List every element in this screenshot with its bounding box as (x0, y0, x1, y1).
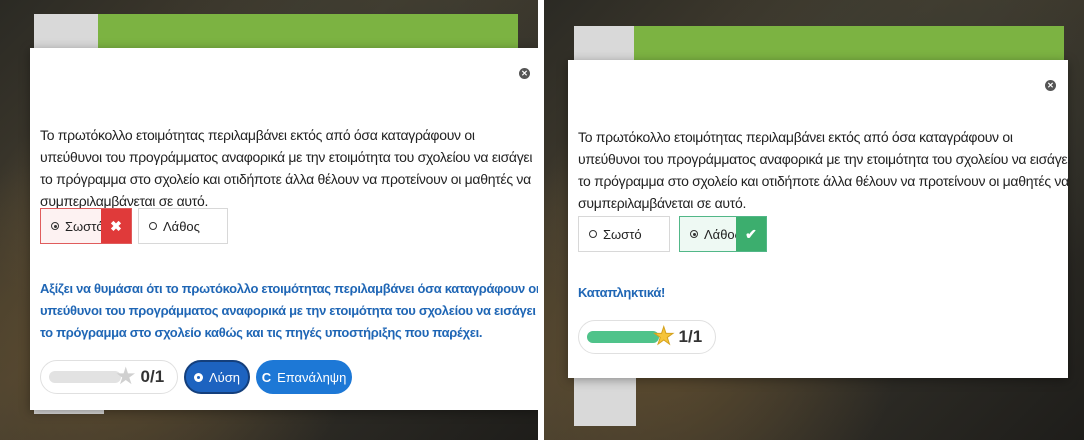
star-empty-icon: ★ (115, 363, 137, 390)
feedback-text: Αξίζει να θυμάσαι ότι το πρωτόκολλο ετοι… (40, 281, 538, 340)
radio-unchecked-icon (149, 222, 157, 230)
star-full-icon: ★ (653, 323, 675, 350)
score-progress-fill (587, 331, 659, 343)
show-solution-button[interactable]: Λύση (184, 360, 250, 394)
answer-false-option[interactable]: Λάθος (138, 208, 228, 244)
screenshot-incorrect-answer: ✕ Το πρωτόκολλο ετοιμότητας περιλαμβάνει… (0, 0, 538, 440)
answer-true-option[interactable]: Σωστό (578, 216, 670, 252)
radio-checked-icon (690, 230, 698, 238)
score-progress-bar (49, 371, 121, 383)
question-text: Το πρωτόκολλο ετοιμότητας περιλαμβάνει ε… (40, 127, 533, 209)
feedback-text: Καταπληκτικά! (578, 285, 666, 300)
answer-false-label: Λάθος (163, 218, 200, 234)
radio-unchecked-icon (589, 230, 597, 238)
eye-icon (193, 372, 203, 382)
retry-button[interactable]: C Επανάληψη (256, 360, 352, 394)
answer-false-option[interactable]: Λάθος ✔ (679, 216, 767, 252)
close-icon[interactable]: ✕ (519, 68, 530, 79)
answer-true-label: Σωστό (603, 226, 642, 242)
score-display: ★ 1/1 (578, 320, 716, 354)
score-value: 1/1 (678, 327, 703, 346)
retry-label: Επανάληψη (277, 369, 347, 385)
show-solution-label: Λύση (208, 369, 241, 385)
close-icon[interactable]: ✕ (1045, 80, 1056, 91)
question-text: Το πρωτόκολλο ετοιμότητας περιλαμβάνει ε… (578, 129, 1071, 211)
quiz-dialog: ✕ Το πρωτόκολλο ετοιμότητας περιλαμβάνει… (568, 60, 1070, 378)
correct-mark-icon: ✔ (736, 217, 766, 251)
score-value: 0/1 (140, 367, 165, 386)
answer-true-label: Σωστό (65, 218, 104, 234)
retry-icon: C (261, 369, 272, 385)
wrong-mark-icon: ✖ (101, 209, 131, 243)
screenshot-correct-answer: ✕ Το πρωτόκολλο ετοιμότητας περιλαμβάνει… (544, 0, 1084, 440)
score-progress-bar (587, 331, 659, 343)
radio-checked-icon (51, 222, 59, 230)
score-display: ★ 0/1 (40, 360, 178, 394)
quiz-dialog: ✕ Το πρωτόκολλο ετοιμότητας περιλαμβάνει… (30, 48, 538, 410)
answer-true-option[interactable]: Σωστό ✖ (40, 208, 132, 244)
background-header-bar (98, 14, 518, 50)
